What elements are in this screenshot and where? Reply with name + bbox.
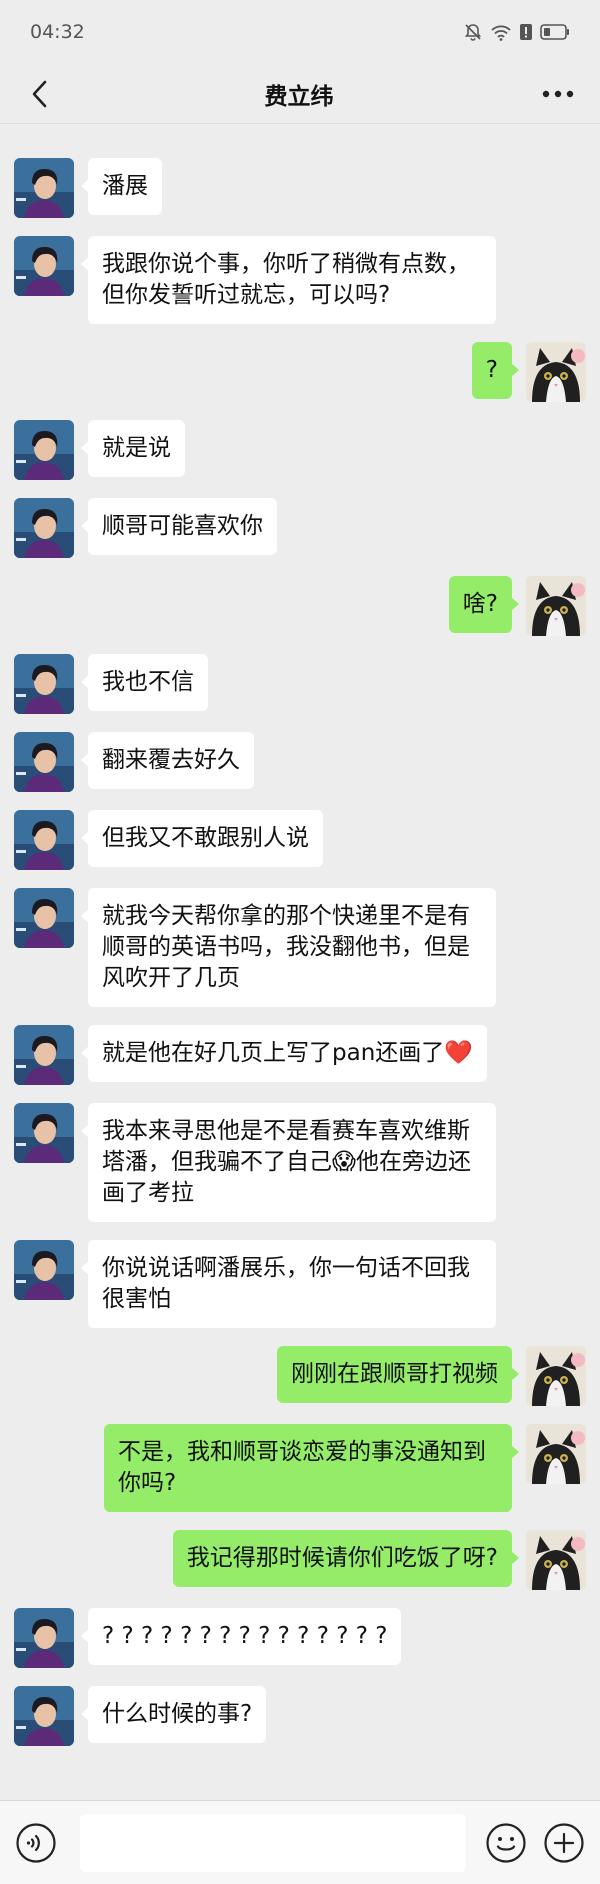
plus-circle-icon bbox=[544, 1822, 584, 1863]
message-bubble[interactable]: 什么时候的事? bbox=[80, 1686, 267, 1743]
sent-message: 啥? bbox=[0, 576, 600, 636]
message-bubble[interactable]: 就我今天帮你拿的那个快递里不是有顺哥的英语书吗，我没翻他书，但是风吹开了几页 bbox=[81, 888, 496, 1007]
message-bubble[interactable]: ? bbox=[471, 342, 520, 399]
status-time: 04:32 bbox=[30, 21, 85, 43]
message-bubble[interactable]: 顺哥可能喜欢你 bbox=[81, 498, 277, 555]
received-message: ? ? ? ? ? ? ? ? ? ? ? ? ? ? ? bbox=[0, 1608, 600, 1668]
my-avatar[interactable] bbox=[526, 342, 586, 402]
contact-avatar[interactable] bbox=[14, 1608, 74, 1668]
my-avatar[interactable] bbox=[526, 1424, 586, 1484]
voice-button[interactable] bbox=[14, 1821, 58, 1865]
received-message: 就是说 bbox=[0, 420, 600, 480]
sent-message: 不是，我和顺哥谈恋爱的事没通知到你吗? bbox=[0, 1424, 600, 1512]
contact-avatar[interactable] bbox=[14, 654, 74, 714]
message-bubble[interactable]: 潘展 bbox=[81, 158, 162, 215]
sent-message: 刚刚在跟顺哥打视频 bbox=[0, 1346, 600, 1406]
message-bubble[interactable]: 我记得那时候请你们吃饭了呀? bbox=[172, 1530, 520, 1587]
received-message: 我本来寻思他是不是看赛车喜欢维斯塔潘，但我骗不了自己😱他在旁边还画了考拉 bbox=[0, 1103, 600, 1222]
contact-avatar[interactable] bbox=[14, 498, 74, 558]
contact-avatar[interactable] bbox=[14, 1686, 74, 1746]
sent-message: ? bbox=[0, 342, 600, 402]
alert-icon bbox=[520, 24, 532, 40]
received-message: 但我又不敢跟别人说 bbox=[0, 810, 600, 870]
battery-icon bbox=[540, 24, 569, 40]
received-message: 就我今天帮你拿的那个快递里不是有顺哥的英语书吗，我没翻他书，但是风吹开了几页 bbox=[0, 888, 600, 1007]
message-input[interactable] bbox=[80, 1813, 466, 1872]
contact-avatar[interactable] bbox=[14, 1025, 74, 1085]
my-avatar[interactable] bbox=[526, 1346, 586, 1406]
message-bubble[interactable]: 刚刚在跟顺哥打视频 bbox=[277, 1346, 519, 1403]
contact-avatar[interactable] bbox=[14, 158, 74, 218]
more-dots-icon bbox=[542, 90, 574, 97]
status-icons bbox=[463, 22, 570, 42]
chat-header: 费立纬 bbox=[0, 64, 600, 124]
message-bubble[interactable]: 我本来寻思他是不是看赛车喜欢维斯塔潘，但我骗不了自己😱他在旁边还画了考拉 bbox=[81, 1103, 496, 1222]
message-list: 潘展我跟你说个事，你听了稍微有点数，但你发誓听过就忘，可以吗?? 就是说顺哥可能喜… bbox=[0, 124, 600, 1746]
message-bubble[interactable]: 翻来覆去好久 bbox=[81, 732, 254, 789]
message-bubble[interactable]: ? ? ? ? ? ? ? ? ? ? ? ? ? ? ? bbox=[80, 1608, 402, 1665]
more-button[interactable] bbox=[538, 74, 578, 114]
received-message: 顺哥可能喜欢你 bbox=[0, 498, 600, 558]
chevron-left-icon bbox=[32, 80, 47, 107]
mute-bell-icon bbox=[464, 24, 482, 41]
contact-avatar[interactable] bbox=[14, 810, 74, 870]
contact-avatar[interactable] bbox=[14, 1240, 74, 1300]
contact-avatar[interactable] bbox=[14, 420, 74, 480]
contact-avatar[interactable] bbox=[14, 236, 74, 296]
input-bar bbox=[0, 1800, 600, 1884]
my-avatar[interactable] bbox=[526, 576, 586, 636]
my-avatar[interactable] bbox=[526, 1530, 586, 1590]
contact-avatar[interactable] bbox=[14, 888, 74, 948]
received-message: 翻来覆去好久 bbox=[0, 732, 600, 792]
wifi-icon bbox=[491, 25, 511, 41]
received-message: 你说说话啊潘展乐，你一句话不回我很害怕 bbox=[0, 1240, 600, 1328]
message-bubble[interactable]: 不是，我和顺哥谈恋爱的事没通知到你吗? bbox=[104, 1424, 519, 1512]
received-message: 什么时候的事? bbox=[0, 1686, 600, 1746]
received-message: 我跟你说个事，你听了稍微有点数，但你发誓听过就忘，可以吗? bbox=[0, 236, 600, 324]
received-message: 潘展 bbox=[0, 158, 600, 218]
contact-avatar[interactable] bbox=[14, 732, 74, 792]
status-bar: 04:32 bbox=[0, 0, 600, 64]
message-bubble[interactable]: 就是说 bbox=[81, 420, 185, 477]
emoji-button[interactable] bbox=[484, 1821, 528, 1865]
message-bubble[interactable]: 我跟你说个事，你听了稍微有点数，但你发誓听过就忘，可以吗? bbox=[81, 236, 496, 324]
voice-icon bbox=[16, 1822, 56, 1863]
back-button[interactable] bbox=[20, 74, 60, 114]
message-bubble[interactable]: 但我又不敢跟别人说 bbox=[81, 810, 323, 867]
message-bubble[interactable]: 啥? bbox=[448, 576, 520, 633]
message-bubble[interactable]: 我也不信 bbox=[81, 654, 208, 711]
received-message: 我也不信 bbox=[0, 654, 600, 714]
message-bubble[interactable]: 就是他在好几页上写了pan还画了❤️ bbox=[81, 1025, 487, 1082]
received-message: 就是他在好几页上写了pan还画了❤️ bbox=[0, 1025, 600, 1085]
message-bubble[interactable]: 你说说话啊潘展乐，你一句话不回我很害怕 bbox=[81, 1240, 496, 1328]
chat-title: 费立纬 bbox=[264, 83, 334, 110]
smiley-icon bbox=[486, 1822, 526, 1863]
contact-avatar[interactable] bbox=[14, 1103, 74, 1163]
add-button[interactable] bbox=[542, 1821, 586, 1865]
sent-message: 我记得那时候请你们吃饭了呀? bbox=[0, 1530, 600, 1590]
